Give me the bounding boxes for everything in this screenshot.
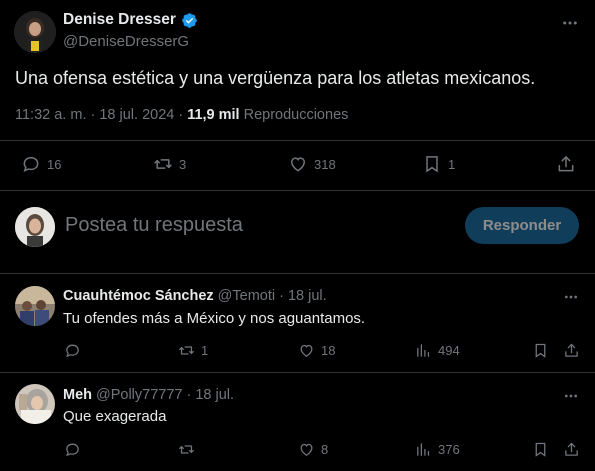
retweet-action[interactable]: 3: [153, 154, 186, 174]
reply-author-name[interactable]: Meh: [63, 387, 92, 403]
more-options-icon[interactable]: [563, 388, 579, 404]
divider: [0, 190, 595, 191]
reply-author-handle[interactable]: @Temoti: [218, 288, 275, 304]
heart-icon: [298, 441, 315, 458]
share-icon: [563, 441, 580, 458]
analytics-icon: [415, 342, 432, 359]
author-name-text[interactable]: Denise Dresser: [63, 11, 176, 29]
analytics-icon: [415, 441, 432, 458]
reply-header: Meh @Polly77777 · 18 jul.: [63, 387, 234, 403]
reply-action[interactable]: [64, 342, 87, 359]
reply-input[interactable]: Postea tu respuesta: [65, 214, 243, 237]
user-avatar[interactable]: [15, 207, 55, 247]
tweet-timestamp[interactable]: 11:32 a. m. · 18 jul. 2024 ·: [15, 107, 183, 123]
like-count: 318: [314, 156, 336, 172]
main-action-bar: 16 3 318 1: [0, 154, 595, 178]
reply-author-name[interactable]: Cuauhtémoc Sánchez: [63, 288, 214, 304]
views-action[interactable]: 494: [415, 342, 460, 359]
share-icon: [556, 154, 576, 174]
divider: [0, 273, 595, 274]
heart-icon: [288, 154, 308, 174]
verified-badge-icon: [181, 12, 198, 29]
tweet-text: Una ofensa estética y una vergüenza para…: [15, 68, 536, 88]
bookmark-icon: [532, 441, 549, 458]
reply-date[interactable]: · 18 jul.: [186, 387, 234, 403]
bookmark-action[interactable]: [532, 441, 549, 458]
bookmark-icon: [422, 154, 442, 174]
reply-header: Cuauhtémoc Sánchez @Temoti · 18 jul.: [63, 288, 327, 304]
share-action[interactable]: [556, 154, 576, 174]
bookmark-action[interactable]: 1: [422, 154, 455, 174]
views-count: 494: [438, 343, 460, 358]
retweet-count: 1: [201, 343, 209, 358]
bookmark-count: 1: [448, 156, 456, 172]
author-handle[interactable]: @DeniseDresserG: [63, 33, 189, 50]
views-count: 11,9 mil: [187, 107, 240, 123]
reply-avatar[interactable]: [15, 384, 55, 424]
reply-icon: [64, 342, 81, 359]
reply-date[interactable]: · 18 jul.: [279, 288, 327, 304]
tweet-meta: 11:32 a. m. · 18 jul. 2024 · 11,9 mil Re…: [15, 107, 348, 123]
reply-action[interactable]: 16: [21, 154, 61, 174]
like-action[interactable]: 18: [298, 342, 335, 359]
heart-icon: [298, 342, 315, 359]
divider: [0, 140, 595, 141]
reply-avatar[interactable]: [15, 286, 55, 326]
divider: [0, 372, 595, 373]
reply-icon: [64, 441, 81, 458]
views-count: 376: [438, 442, 460, 457]
more-options-icon[interactable]: [563, 289, 579, 305]
reply-action-bar: 1 18 494: [0, 342, 595, 366]
like-action[interactable]: 318: [288, 154, 336, 174]
share-action[interactable]: [563, 441, 580, 458]
reply-text: Tu ofendes más a México y nos aguantamos…: [63, 310, 366, 327]
reply-action[interactable]: [64, 441, 87, 458]
like-count: 18: [321, 343, 336, 358]
retweet-icon: [178, 342, 195, 359]
retweet-action[interactable]: [178, 441, 201, 458]
bookmark-icon: [532, 342, 549, 359]
author-avatar[interactable]: [14, 11, 56, 53]
views-label: Reproducciones: [243, 107, 349, 123]
reply-icon: [21, 154, 41, 174]
like-count: 8: [321, 442, 329, 457]
retweet-count: 3: [179, 156, 187, 172]
reply-text: Que exagerada: [63, 408, 167, 425]
share-action[interactable]: [563, 342, 580, 359]
views-action[interactable]: 376: [415, 441, 460, 458]
share-icon: [563, 342, 580, 359]
author-name[interactable]: Denise Dresser: [63, 11, 198, 29]
reply-author-handle[interactable]: @Polly77777: [96, 387, 182, 403]
reply-count: 16: [47, 156, 62, 172]
more-options-icon[interactable]: [561, 14, 579, 32]
retweet-icon: [153, 154, 173, 174]
retweet-action[interactable]: 1: [178, 342, 208, 359]
reply-action-bar: 8 376: [0, 441, 595, 465]
retweet-icon: [178, 441, 195, 458]
bookmark-action[interactable]: [532, 342, 549, 359]
reply-button[interactable]: Responder: [465, 207, 579, 244]
like-action[interactable]: 8: [298, 441, 328, 458]
